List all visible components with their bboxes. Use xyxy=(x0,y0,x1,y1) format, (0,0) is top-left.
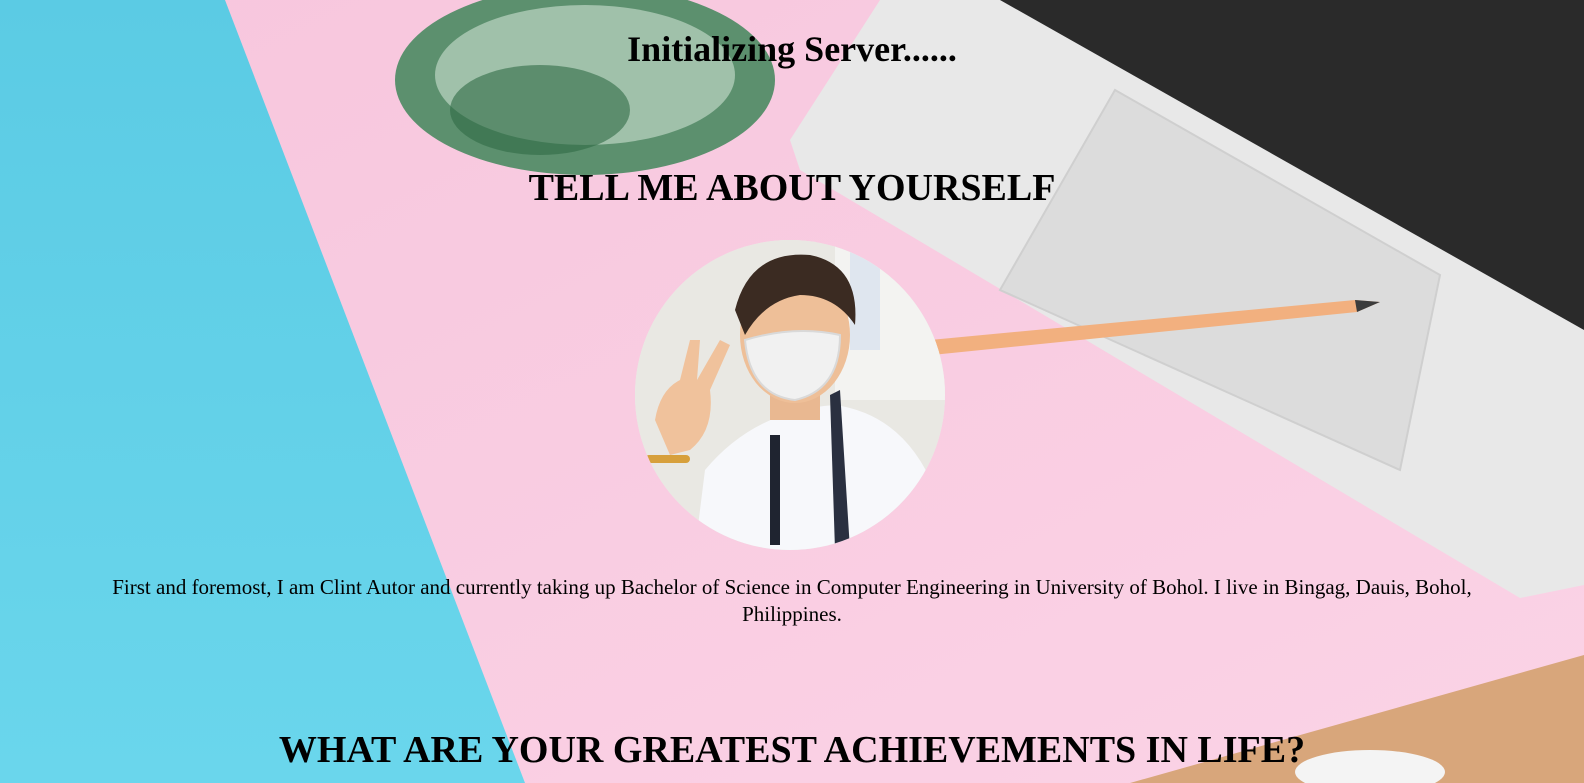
page-content: Initializing Server...... TELL ME ABOUT … xyxy=(0,0,1584,783)
server-status-text: Initializing Server...... xyxy=(627,29,957,69)
achievements-heading: WHAT ARE YOUR GREATEST ACHIEVEMENTS IN L… xyxy=(278,729,1306,771)
about-heading: TELL ME ABOUT YOURSELF xyxy=(528,167,1056,209)
profile-avatar xyxy=(635,240,945,550)
profile-photo xyxy=(635,240,945,550)
intro-paragraph: First and foremost, I am Clint Autor and… xyxy=(112,575,1472,626)
